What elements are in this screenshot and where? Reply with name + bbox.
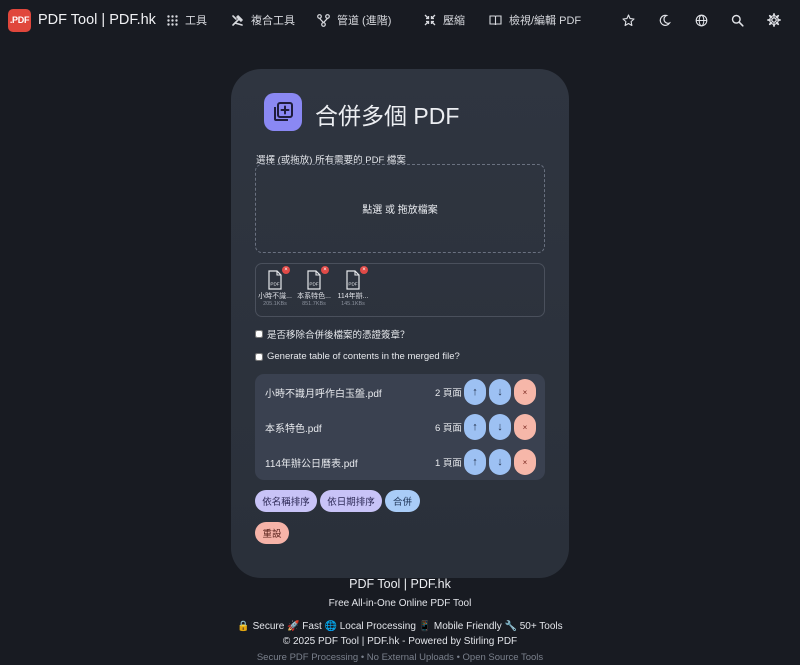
- list-item: 本系特色.pdf 6 頁面 ↑ ↓ ×: [255, 414, 545, 440]
- list-item: 小時不識月呼作白玉盤.pdf 2 頁面 ↑ ↓ ×: [255, 379, 545, 405]
- sort-by-date-button[interactable]: 依日期排序: [320, 490, 382, 512]
- pdf-file-icon: PDF ×: [306, 266, 329, 290]
- dropzone-text: 點選 或 拖放檔案: [362, 205, 438, 216]
- move-down-button[interactable]: ↓: [489, 379, 511, 405]
- compress-icon: [424, 14, 436, 26]
- file-name: 小時不識月呼作白玉盤.pdf: [265, 388, 382, 400]
- svg-text:PDF: PDF: [309, 282, 318, 287]
- file-thumbnail[interactable]: PDF × 本系特色... 851.7KBs: [295, 266, 333, 307]
- file-order-list: 小時不識月呼作白玉盤.pdf 2 頁面 ↑ ↓ × 本系特色.pdf 6 頁面 …: [255, 374, 545, 480]
- nav-item-multi-tools[interactable]: 複合工具: [231, 12, 295, 28]
- book-icon: [489, 14, 502, 25]
- nav-item-label: 檢視/編輯 PDF: [509, 15, 582, 27]
- svg-text:PDF: PDF: [348, 282, 357, 287]
- grid-icon: [167, 14, 178, 26]
- toc-option[interactable]: Generate table of contents in the merged…: [255, 351, 460, 362]
- star-icon: [621, 13, 635, 26]
- move-up-button[interactable]: ↑: [464, 379, 486, 405]
- brand[interactable]: .PDF PDF Tool | PDF.hk: [8, 8, 156, 32]
- nav-item-label: 管道 (進階): [337, 15, 392, 27]
- tools-icon: [232, 14, 243, 26]
- merge-icon-badge: [264, 93, 302, 131]
- top-navbar: .PDF PDF Tool | PDF.hk 工具 複合工具 管道 (進階) 壓…: [0, 0, 800, 40]
- remove-file-button[interactable]: ×: [514, 379, 536, 405]
- move-up-button[interactable]: ↑: [464, 414, 486, 440]
- settings-button[interactable]: [766, 12, 782, 28]
- file-thumbnail[interactable]: PDF × 小時不識... 205.1KBs: [256, 266, 294, 307]
- file-name: 本系特色.pdf: [265, 423, 322, 435]
- footer-features: 🔒 Secure 🚀 Fast 🌐 Local Processing 📱 Mob…: [237, 621, 563, 632]
- thumbnail-name: 本系特色...: [297, 293, 331, 300]
- file-name: 114年辦公日曆表.pdf: [265, 458, 358, 470]
- thumbnail-size: 145.1KBs: [341, 301, 365, 307]
- move-down-button[interactable]: ↓: [489, 449, 511, 475]
- merge-card: 合併多個 PDF 選擇 (或拖放) 所有需要的 PDF 檔案 點選 或 拖放檔案…: [231, 69, 569, 578]
- search-icon: [731, 14, 744, 27]
- move-up-button[interactable]: ↑: [464, 449, 486, 475]
- footer-title: PDF Tool | PDF.hk: [349, 577, 451, 591]
- gear-icon: [767, 13, 781, 27]
- sort-by-name-button[interactable]: 依名稱排序: [255, 490, 317, 512]
- toc-checkbox[interactable]: [255, 352, 263, 361]
- footer-tagline: Secure PDF Processing • No External Uplo…: [256, 652, 544, 663]
- move-down-button[interactable]: ↓: [489, 414, 511, 440]
- thumbnail-size: 205.1KBs: [263, 301, 287, 307]
- remove-file-button[interactable]: ×: [514, 414, 536, 440]
- nav-item-label: 工具: [185, 15, 207, 27]
- thumbnail-name: 小時不識...: [258, 293, 292, 300]
- remove-file-button[interactable]: ×: [514, 449, 536, 475]
- thumbnail-size: 851.7KBs: [302, 301, 326, 307]
- search-button[interactable]: [729, 12, 745, 28]
- selected-files-preview: PDF × 小時不識... 205.1KBs PDF × 本系特色... 851…: [255, 263, 545, 317]
- moon-icon: [659, 14, 671, 26]
- remove-file-icon[interactable]: ×: [282, 266, 290, 274]
- nav-item-label: 壓縮: [443, 15, 465, 27]
- page-count: 1 頁面: [435, 458, 462, 469]
- language-button[interactable]: [693, 12, 709, 28]
- nav-item-label: 複合工具: [251, 15, 295, 27]
- thumbnail-name: 114年辦...: [337, 293, 369, 300]
- remove-signatures-label: 是否移除合併後檔案的憑證簽章？: [267, 330, 410, 341]
- pipeline-icon: [317, 13, 330, 27]
- remove-file-icon[interactable]: ×: [321, 266, 329, 274]
- page-count: 2 頁面: [435, 388, 462, 399]
- pdf-file-icon: PDF ×: [267, 266, 290, 290]
- favorites-button[interactable]: [620, 12, 636, 28]
- page-title: 合併多個 PDF: [315, 103, 460, 129]
- page-count: 6 頁面: [435, 423, 462, 434]
- remove-signatures-option[interactable]: 是否移除合併後檔案的憑證簽章？: [255, 327, 410, 341]
- nav-item-view-edit[interactable]: 檢視/編輯 PDF: [489, 12, 581, 28]
- nav-item-tools[interactable]: 工具: [167, 12, 207, 28]
- toc-label: Generate table of contents in the merged…: [267, 351, 460, 362]
- merge-button[interactable]: 合併: [385, 490, 420, 512]
- file-thumbnail[interactable]: PDF × 114年辦... 145.1KBs: [334, 266, 372, 307]
- brand-name: PDF Tool | PDF.hk: [38, 12, 156, 28]
- pdf-file-icon: PDF ×: [345, 266, 368, 290]
- nav-item-compress[interactable]: 壓縮: [424, 12, 465, 28]
- dark-mode-toggle[interactable]: [656, 12, 672, 28]
- list-item: 114年辦公日曆表.pdf 1 頁面 ↑ ↓ ×: [255, 449, 545, 475]
- footer-copyright: © 2025 PDF Tool | PDF.hk - Powered by St…: [282, 636, 518, 647]
- merge-icon: [274, 102, 293, 121]
- reset-button[interactable]: 重設: [255, 522, 289, 544]
- nav-item-pipeline[interactable]: 管道 (進階): [317, 12, 391, 28]
- footer-subtitle: Free All-in-One Online PDF Tool: [328, 598, 472, 609]
- globe-icon: [695, 14, 707, 26]
- file-dropzone[interactable]: 點選 或 拖放檔案: [255, 164, 545, 253]
- pdf-logo: .PDF: [8, 8, 31, 32]
- remove-signatures-checkbox[interactable]: [255, 330, 263, 338]
- remove-file-icon[interactable]: ×: [360, 266, 368, 274]
- svg-text:PDF: PDF: [270, 282, 279, 287]
